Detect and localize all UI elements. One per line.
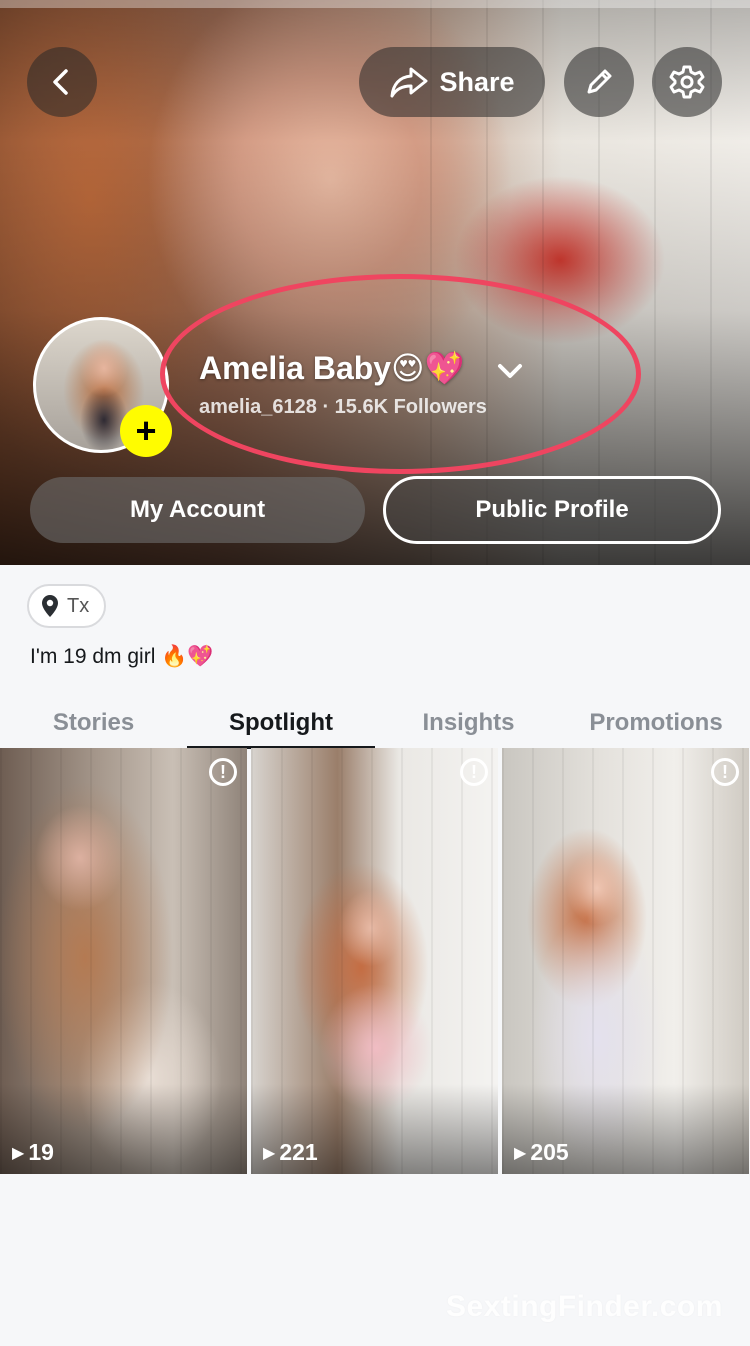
alert-icon[interactable]: ! [460,758,488,786]
view-count: ▶ 205 [514,1139,569,1166]
spotlight-tile[interactable]: ! ▶ 221 [251,748,498,1174]
tab-promotions[interactable]: Promotions [562,700,750,746]
tab-spotlight[interactable]: Spotlight [187,700,375,749]
watermark: SextingFinder.com [446,1290,723,1323]
chevron-down-icon[interactable] [495,356,525,386]
location-chip[interactable]: Tx [27,584,107,628]
pencil-icon [587,69,612,94]
tab-stories[interactable]: Stories [0,700,187,746]
play-icon: ▶ [514,1144,527,1162]
share-button[interactable]: Share [359,47,545,117]
spotlight-tile[interactable]: ! ▶ 205 [502,748,749,1174]
view-count: ▶ 19 [12,1139,54,1166]
add-story-button[interactable]: + [120,405,172,457]
status-bar [0,0,750,8]
location-label: Tx [67,594,90,617]
view-count-value: 221 [279,1139,318,1165]
profile-name: Amelia Baby😍💖 [199,350,465,386]
alert-icon[interactable]: ! [209,758,237,786]
gear-icon [669,65,705,99]
back-icon [53,69,68,95]
share-icon [390,67,428,98]
bio-text: I'm 19 dm girl 🔥💖 [30,645,214,668]
share-label: Share [439,66,515,97]
spotlight-tile[interactable]: ! ▶ 19 [0,748,247,1174]
play-icon: ▶ [12,1144,25,1162]
profile-tabs: Stories Spotlight Insights Promotions [0,700,750,749]
alert-icon[interactable]: ! [711,758,739,786]
view-count: ▶ 221 [263,1139,318,1166]
view-count-value: 19 [28,1139,54,1165]
location-pin-icon [42,595,58,617]
public-profile-button[interactable]: Public Profile [383,476,721,544]
tab-insights[interactable]: Insights [375,700,562,746]
play-icon: ▶ [263,1144,276,1162]
view-count-value: 205 [530,1139,569,1165]
settings-button[interactable] [652,47,722,117]
back-button[interactable] [27,47,97,117]
edit-button[interactable] [564,47,634,117]
username-followers: amelia_6128 · 15.6K Followers [199,396,487,418]
my-account-button[interactable]: My Account [30,477,365,543]
